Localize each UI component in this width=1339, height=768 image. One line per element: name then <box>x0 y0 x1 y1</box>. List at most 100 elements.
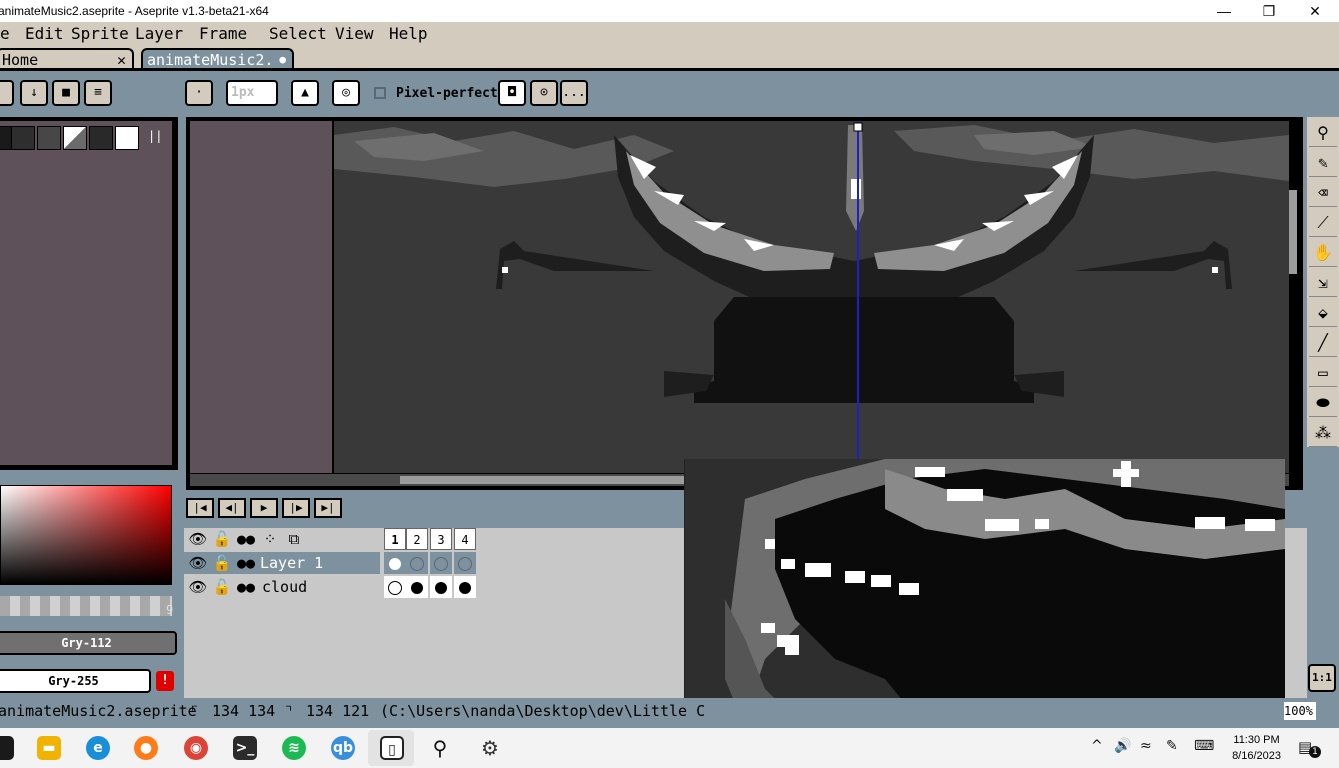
clock[interactable]: 11:30 PM 8/16/2023 <box>1232 732 1281 764</box>
zoom-1to1-button[interactable]: 1:1 <box>1308 664 1336 692</box>
pixel-perfect-checkbox[interactable] <box>374 87 386 99</box>
play-button[interactable]: ▶ <box>250 498 278 518</box>
layer-name[interactable]: Layer 1 <box>260 552 323 574</box>
frame-header-4[interactable]: 4 <box>454 528 476 550</box>
palette-options-button[interactable] <box>0 80 14 106</box>
lock-icon[interactable]: 🔓 <box>210 552 234 574</box>
move-icon[interactable]: ⇲ <box>1309 269 1337 297</box>
onion-skin-icon[interactable]: ●● <box>234 528 258 550</box>
cel-frame-3[interactable] <box>430 552 452 574</box>
tab-close-icon[interactable]: ✕ <box>117 50 126 70</box>
palette-swatch[interactable] <box>89 126 113 150</box>
menu-help[interactable]: Help <box>389 24 428 43</box>
palette-presets-button[interactable]: ■ <box>52 80 80 106</box>
cel-frame-4[interactable] <box>454 552 476 574</box>
file-explorer-icon[interactable]: ▬ <box>37 736 61 760</box>
sprite-canvas[interactable] <box>334 121 1289 473</box>
palette-swatch[interactable] <box>37 126 61 150</box>
qbittorrent-icon[interactable]: qb <box>331 736 355 760</box>
eraser-icon[interactable]: ⌫ <box>1309 179 1337 207</box>
start-icon[interactable] <box>0 736 14 760</box>
visibility-eye-icon[interactable]: 👁 <box>186 576 210 598</box>
settings-gear-icon[interactable]: ⚙ <box>478 736 502 760</box>
brush-type-button[interactable]: · <box>185 80 213 106</box>
palette-swatch[interactable] <box>63 126 87 150</box>
aseprite-icon[interactable]: ▯ <box>380 736 404 760</box>
edge-icon[interactable]: e <box>86 736 110 760</box>
palette-swatch[interactable] <box>11 126 35 150</box>
alpha-slider[interactable] <box>0 596 172 616</box>
layer-options-icon[interactable]: ⧉ <box>282 528 306 550</box>
rectangle-icon[interactable]: ▭ <box>1309 359 1337 387</box>
keyboard-icon[interactable]: ⌨ <box>1194 738 1214 754</box>
tab-home[interactable]: Home ✕ <box>0 48 134 70</box>
palette-resize-handle[interactable]: || <box>148 129 162 143</box>
last-frame-button[interactable]: ▶| <box>314 498 342 518</box>
lock-header-icon[interactable]: 🔓 <box>210 528 234 550</box>
next-frame-button[interactable]: |▶ <box>282 498 310 518</box>
cel-frame-1[interactable] <box>384 552 406 574</box>
vertical-scrollbar-thumb[interactable] <box>1289 190 1297 274</box>
background-color-field[interactable]: Gry-255 <box>0 669 151 693</box>
pen-icon[interactable]: ✎ <box>1166 738 1178 754</box>
pencil-icon[interactable]: ✎ <box>1309 149 1337 177</box>
menu-select[interactable]: Select <box>269 24 327 43</box>
menu-frame[interactable]: Frame <box>199 24 247 43</box>
first-frame-button[interactable]: |◀ <box>186 498 214 518</box>
chrome-icon[interactable]: ◉ <box>184 736 208 760</box>
firefox-icon[interactable]: ● <box>134 736 158 760</box>
frame-header-1[interactable]: 1 <box>384 528 406 550</box>
blur-icon[interactable]: ⁂ <box>1309 419 1337 447</box>
palette-menu-icon[interactable]: ≡ <box>84 80 112 106</box>
menu-sprite[interactable]: Sprite <box>71 24 129 43</box>
frame-header-3[interactable]: 3 <box>430 528 452 550</box>
warning-icon[interactable]: ! <box>156 671 174 691</box>
layer-name[interactable]: cloud <box>262 576 307 598</box>
paint-bucket-icon[interactable]: ⬙ <box>1309 299 1337 327</box>
contour-icon[interactable]: ⬬ <box>1309 389 1337 417</box>
cel-frame-3[interactable] <box>430 576 452 598</box>
ink-type-icon[interactable]: ▲ <box>291 80 319 106</box>
cel-frame-2[interactable] <box>406 552 428 574</box>
menu-edit[interactable]: Edit <box>25 24 64 43</box>
hand-icon[interactable]: ✋ <box>1309 239 1337 267</box>
minimize-button[interactable]: — <box>1201 0 1247 22</box>
cel-frame-1[interactable] <box>384 576 406 598</box>
tab-animatemusic2[interactable]: animateMusic2. ● <box>141 48 294 70</box>
symmetry-vertical-icon[interactable]: ◘ <box>498 80 526 106</box>
previous-frame-button[interactable]: ◀| <box>218 498 246 518</box>
wifi-icon[interactable]: ≈ <box>1140 738 1152 754</box>
frame-header-2[interactable]: 2 <box>406 528 428 550</box>
line-icon[interactable]: ╱ <box>1309 329 1337 357</box>
foreground-color-field[interactable]: Gry-112 <box>0 631 177 655</box>
brush-size-input[interactable]: 1px <box>226 80 278 106</box>
continuous-icon[interactable]: ●● <box>234 576 258 598</box>
volume-icon[interactable]: 🔊 <box>1114 738 1131 754</box>
color-spectrum[interactable] <box>0 485 172 585</box>
palette-sort-button[interactable]: ↓ <box>20 80 48 106</box>
more-options-button[interactable]: ... <box>560 80 588 106</box>
palette-swatch[interactable] <box>115 126 139 150</box>
cel-frame-2[interactable] <box>406 576 428 598</box>
tray-chevron-icon[interactable]: ^ <box>1091 738 1103 754</box>
cel-frame-4[interactable] <box>454 576 476 598</box>
preview-window[interactable] <box>684 459 1285 728</box>
menu-file[interactable]: e <box>0 24 10 43</box>
terminal-icon[interactable]: >_ <box>233 736 257 760</box>
close-window-button[interactable]: ✕ <box>1292 0 1338 22</box>
spotify-icon[interactable]: ≋ <box>282 736 306 760</box>
magic-wand-icon[interactable]: ⚲ <box>1309 119 1337 147</box>
continuous-icon[interactable]: ●● <box>234 552 258 574</box>
zoom-input[interactable]: 100% <box>1284 702 1316 720</box>
eyedropper-icon[interactable]: ⟋ <box>1309 209 1337 237</box>
lock-icon[interactable]: 🔓 <box>210 576 234 598</box>
opacity-icon[interactable]: ◎ <box>332 80 360 106</box>
menu-view[interactable]: View <box>335 24 374 43</box>
maximize-button[interactable]: ❐ <box>1246 0 1292 22</box>
symmetry-horizontal-icon[interactable]: ⊙ <box>530 80 558 106</box>
visibility-eye-icon[interactable]: 👁 <box>186 552 210 574</box>
link-cels-icon[interactable]: ⁘ <box>258 528 282 550</box>
visibility-header-icon[interactable]: 👁 <box>186 528 210 550</box>
menu-layer[interactable]: Layer <box>135 24 183 43</box>
search-icon[interactable]: ⚲ <box>428 736 452 760</box>
